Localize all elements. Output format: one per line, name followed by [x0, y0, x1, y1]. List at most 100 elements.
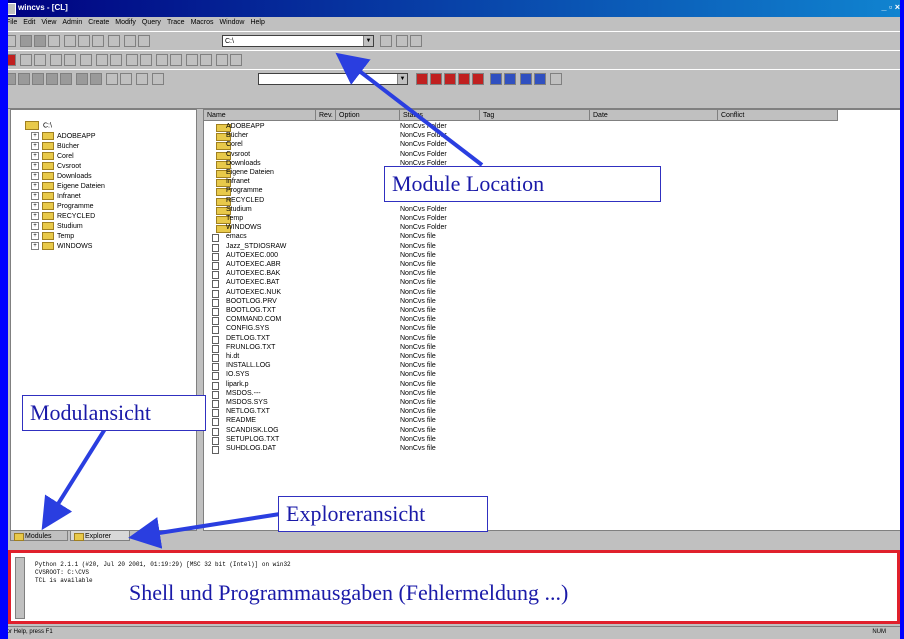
- cut-icon[interactable]: [20, 35, 32, 47]
- column-header-option[interactable]: Option: [336, 110, 400, 121]
- menu-item-trace[interactable]: Trace: [167, 19, 185, 26]
- column-header-conflict[interactable]: Conflict: [718, 110, 838, 121]
- file-row[interactable]: WINDOWS NonCvs Folder: [204, 224, 904, 234]
- tree-item[interactable]: + Programme: [31, 202, 94, 211]
- tree-item[interactable]: + Cvsroot: [31, 162, 81, 171]
- menu-item-admin[interactable]: Admin: [62, 19, 82, 26]
- file-row[interactable]: Studium NonCvs Folder: [204, 206, 904, 215]
- file-row[interactable]: README NonCvs file: [204, 417, 904, 427]
- window-controls[interactable]: _ ▫ ×: [882, 2, 900, 12]
- expand-icon[interactable]: +: [31, 192, 39, 200]
- tree-item[interactable]: + Temp: [31, 232, 74, 241]
- file-row[interactable]: Corel NonCvs Folder: [204, 141, 904, 151]
- file-row[interactable]: SCANDISK.LOG NonCvs file: [204, 427, 904, 436]
- file-row[interactable]: SUHDLOG.DAT NonCvs file: [204, 445, 904, 454]
- column-header-date[interactable]: Date: [590, 110, 718, 121]
- removed-filter-icon[interactable]: [458, 73, 470, 85]
- tree-item[interactable]: + Eigene Dateien: [31, 182, 105, 191]
- column-header-rev[interactable]: Rev.: [316, 110, 336, 121]
- remove-icon[interactable]: [64, 54, 76, 66]
- menu-item-query[interactable]: Query: [142, 19, 161, 26]
- file-row[interactable]: NETLOG.TXT NonCvs file: [204, 408, 904, 418]
- column-header-status[interactable]: Status: [400, 110, 480, 121]
- ignore-icon[interactable]: [136, 73, 148, 85]
- chevron-down-icon[interactable]: ▼: [397, 74, 407, 84]
- update-icon[interactable]: [20, 54, 32, 66]
- file-row[interactable]: Temp NonCvs Folder: [204, 215, 904, 224]
- tree-root[interactable]: C:\: [25, 121, 52, 131]
- menu-item-modify[interactable]: Modify: [115, 19, 136, 26]
- watch-off-icon[interactable]: [200, 54, 212, 66]
- log-icon[interactable]: [96, 54, 108, 66]
- tree-item[interactable]: + Downloads: [31, 172, 92, 181]
- nav-forward-icon[interactable]: [32, 73, 44, 85]
- expand-icon[interactable]: +: [31, 132, 39, 140]
- file-row[interactable]: Jazz_STDIOSRAW NonCvs file: [204, 243, 904, 252]
- file-row[interactable]: DETLOG.TXT NonCvs file: [204, 335, 904, 344]
- unedit-icon[interactable]: [170, 54, 182, 66]
- expand-icon[interactable]: +: [31, 182, 39, 190]
- expand-icon[interactable]: +: [31, 162, 39, 170]
- tree-item[interactable]: + WINDOWS: [31, 242, 92, 251]
- up-folder-icon[interactable]: [4, 73, 16, 85]
- edit-icon[interactable]: [156, 54, 168, 66]
- location-combo[interactable]: C:\ ▼: [222, 35, 374, 47]
- expand-icon[interactable]: +: [31, 142, 39, 150]
- expand-icon[interactable]: +: [31, 202, 39, 210]
- help-icon[interactable]: [78, 35, 90, 47]
- tree-item[interactable]: + ADOBEAPP: [31, 132, 96, 141]
- expand-icon[interactable]: +: [31, 212, 39, 220]
- modified-filter-icon[interactable]: [430, 73, 442, 85]
- file-row[interactable]: BOOTLOG.TXT NonCvs file: [204, 307, 904, 316]
- save-icon[interactable]: [4, 35, 16, 47]
- file-row[interactable]: CONFIG.SYS NonCvs file: [204, 325, 904, 335]
- status-icon[interactable]: [110, 54, 122, 66]
- file-row[interactable]: COMMAND.COM NonCvs file: [204, 316, 904, 326]
- file-row[interactable]: BOOTLOG.PRV NonCvs file: [204, 298, 904, 307]
- added-filter-icon[interactable]: [444, 73, 456, 85]
- whatsthis-icon[interactable]: [92, 35, 104, 47]
- file-row[interactable]: FRUNLOG.TXT NonCvs file: [204, 344, 904, 353]
- tree-item[interactable]: + Studium: [31, 222, 83, 231]
- conflict-filter-icon[interactable]: [472, 73, 484, 85]
- branch-icon[interactable]: [140, 54, 152, 66]
- undo-icon[interactable]: [46, 73, 58, 85]
- menu-item-window[interactable]: Window: [220, 19, 245, 26]
- file-row[interactable]: MSDOS.--- NonCvs file: [204, 390, 904, 399]
- nav-back-icon[interactable]: [18, 73, 30, 85]
- file-row[interactable]: AUTOEXEC.ABR NonCvs file: [204, 261, 904, 270]
- tree-item[interactable]: + Infranet: [31, 192, 81, 201]
- view-list-icon[interactable]: [106, 73, 118, 85]
- info-icon[interactable]: [410, 35, 422, 47]
- view-details-icon[interactable]: [120, 73, 132, 85]
- file-row[interactable]: MSDOS.SYS NonCvs file: [204, 399, 904, 408]
- module-tree-pane[interactable]: C:\ + ADOBEAPP + Bücher + Corel + Cvsroot + Downl…: [10, 109, 197, 531]
- expand-icon[interactable]: +: [31, 242, 39, 250]
- tree-item[interactable]: + RECYCLED: [31, 212, 95, 221]
- filter-combo[interactable]: ▼: [258, 73, 408, 85]
- file-row[interactable]: AUTOEXEC.BAK NonCvs file: [204, 270, 904, 280]
- file-row[interactable]: ADOBEAPP NonCvs Folder: [204, 123, 904, 132]
- commit-icon[interactable]: [34, 54, 46, 66]
- lock-icon[interactable]: [216, 54, 228, 66]
- tab-modules[interactable]: Modules: [10, 530, 68, 541]
- file-row[interactable]: hi.dt NonCvs file: [204, 353, 904, 362]
- file-row[interactable]: Bücher NonCvs Folder: [204, 132, 904, 142]
- browse-folder-icon[interactable]: [380, 35, 392, 47]
- tree-item[interactable]: + Corel: [31, 152, 74, 161]
- filter-icon[interactable]: [152, 73, 164, 85]
- file-row[interactable]: SETUPLOG.TXT NonCvs file: [204, 436, 904, 445]
- commit-filter-icon[interactable]: [416, 73, 428, 85]
- column-header-tag[interactable]: Tag: [480, 110, 590, 121]
- menu-item-create[interactable]: Create: [88, 19, 109, 26]
- unlock-icon[interactable]: [230, 54, 242, 66]
- reload-icon[interactable]: [396, 35, 408, 47]
- forward-icon[interactable]: [138, 35, 150, 47]
- file-row[interactable]: INSTALL.LOG NonCvs file: [204, 362, 904, 372]
- file-row[interactable]: AUTOEXEC.000 NonCvs file: [204, 252, 904, 261]
- file-row[interactable]: IO.SYS NonCvs file: [204, 371, 904, 381]
- expand-icon[interactable]: +: [31, 232, 39, 240]
- menu-item-edit[interactable]: Edit: [23, 19, 35, 26]
- stop-icon[interactable]: [108, 35, 120, 47]
- file-row[interactable]: lipark.p NonCvs file: [204, 381, 904, 390]
